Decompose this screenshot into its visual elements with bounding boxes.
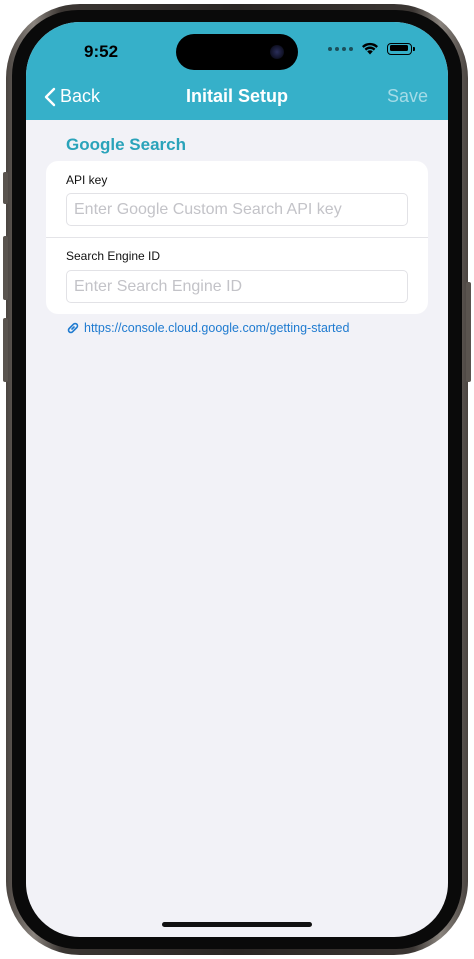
- settings-card: API key Search Engine ID: [46, 161, 428, 314]
- chevron-left-icon: [44, 87, 56, 106]
- dynamic-island: [176, 34, 298, 70]
- link-text: https://console.cloud.google.com/getting…: [84, 321, 350, 335]
- power-button: [466, 282, 471, 382]
- link-icon: [67, 322, 79, 334]
- page-title: Initail Setup: [185, 86, 288, 106]
- back-button[interactable]: Back: [44, 86, 100, 107]
- section-title: Google Search: [66, 135, 186, 154]
- volume-down-button: [3, 318, 8, 382]
- status-time: 9:52: [84, 42, 119, 61]
- page: 9:52 Back Initail Setup Save Google Sear…: [0, 0, 474, 959]
- save-button[interactable]: Save: [387, 86, 428, 107]
- getting-started-link[interactable]: https://console.cloud.google.com/getting…: [66, 321, 349, 335]
- volume-up-button: [3, 236, 8, 300]
- wifi-icon: [362, 42, 378, 55]
- cellular-signal-icon: [328, 46, 353, 51]
- api-key-label: API key: [66, 173, 108, 187]
- home-indicator[interactable]: [162, 922, 312, 927]
- battery-icon: [387, 42, 415, 55]
- screen: 9:52 Back Initail Setup Save Google Sear…: [26, 22, 448, 937]
- camera-icon: [270, 45, 284, 59]
- divider: [46, 237, 428, 238]
- status-indicators: [328, 42, 415, 55]
- action-button: [3, 172, 8, 204]
- api-key-input[interactable]: [66, 193, 408, 226]
- search-engine-id-input[interactable]: [66, 270, 408, 303]
- back-label: Back: [60, 86, 101, 106]
- navigation-header: 9:52 Back Initail Setup Save: [26, 22, 448, 120]
- search-engine-id-label: Search Engine ID: [66, 249, 161, 263]
